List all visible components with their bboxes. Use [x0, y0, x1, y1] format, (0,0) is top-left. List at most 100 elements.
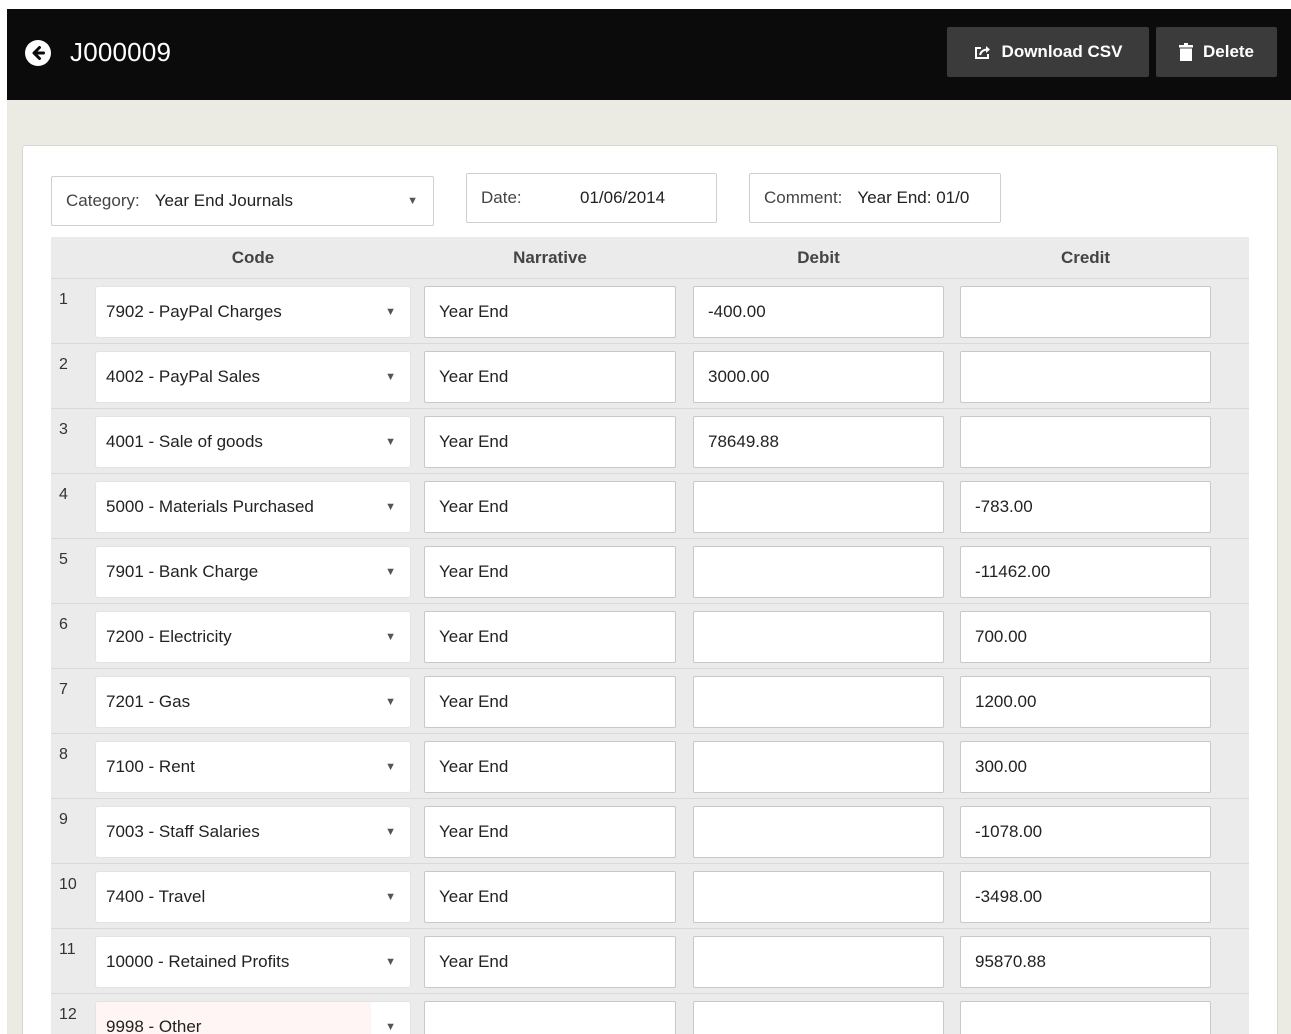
comment-value: Year End: 01/0: [857, 188, 970, 207]
table-row: 9 7003 - Staff Salaries ▼ Year End -1078.00: [51, 799, 1249, 864]
account-code-value: 9998 - Other: [106, 1017, 202, 1034]
debit-input[interactable]: 78649.88: [693, 416, 944, 468]
table-row: 1 7902 - PayPal Charges ▼ Year End -400.00: [51, 279, 1249, 344]
delete-button[interactable]: Delete: [1156, 27, 1277, 77]
row-number: 10: [59, 876, 77, 893]
column-header-narrative: Narrative: [513, 248, 587, 267]
account-code-select[interactable]: 7100 - Rent ▼: [95, 741, 411, 793]
narrative-input[interactable]: Year End: [424, 936, 676, 988]
debit-input[interactable]: [693, 546, 944, 598]
account-code-select[interactable]: 7003 - Staff Salaries ▼: [95, 806, 411, 858]
debit-input[interactable]: 3000.00: [693, 351, 944, 403]
narrative-input[interactable]: Year End: [424, 676, 676, 728]
journal-lines-table: Code Narrative Debit Credit 1 7902 - PayP…: [51, 237, 1249, 1034]
caret-down-icon: ▼: [385, 1021, 396, 1033]
account-code-select[interactable]: 7201 - Gas ▼: [95, 676, 411, 728]
credit-input[interactable]: 1200.00: [960, 676, 1211, 728]
account-code-select[interactable]: 4001 - Sale of goods ▼: [95, 416, 411, 468]
comment-field[interactable]: Comment: Year End: 01/0: [749, 173, 1001, 223]
narrative-input[interactable]: Year End: [424, 546, 676, 598]
table-row: 2 4002 - PayPal Sales ▼ Year End 3000.00: [51, 344, 1249, 409]
row-number: 5: [59, 551, 68, 568]
row-number: 3: [59, 421, 68, 438]
account-code-value: 4001 - Sale of goods: [106, 432, 263, 451]
credit-input[interactable]: [960, 286, 1211, 338]
screen: J000009 Download CSV Delete Category: Ye…: [0, 0, 1291, 1034]
narrative-input[interactable]: Year End: [424, 351, 676, 403]
back-button[interactable]: [25, 40, 51, 66]
caret-down-icon: ▼: [385, 306, 396, 318]
caret-down-icon: ▼: [385, 566, 396, 578]
credit-input[interactable]: [960, 1001, 1211, 1034]
account-code-value: 7901 - Bank Charge: [106, 562, 259, 581]
row-number: 1: [59, 291, 68, 308]
page-title: J000009: [70, 37, 172, 67]
category-label: Category:: [66, 191, 140, 210]
account-code-value: 7902 - PayPal Charges: [106, 302, 282, 321]
table-row: 5 7901 - Bank Charge ▼ Year End -11462.00: [51, 539, 1249, 604]
account-code-select[interactable]: 5000 - Materials Purchased ▼: [95, 481, 411, 533]
debit-input[interactable]: [693, 676, 944, 728]
column-header-debit: Debit: [797, 248, 840, 267]
table-row: 10 7400 - Travel ▼ Year End -3498.00: [51, 864, 1249, 929]
debit-input[interactable]: -400.00: [693, 286, 944, 338]
debit-input[interactable]: [693, 1001, 944, 1034]
credit-input[interactable]: -1078.00: [960, 806, 1211, 858]
account-code-select[interactable]: 7902 - PayPal Charges ▼: [95, 286, 411, 338]
caret-down-icon: ▼: [385, 891, 396, 903]
table-row: 7 7201 - Gas ▼ Year End 1200.00: [51, 669, 1249, 734]
narrative-input[interactable]: Year End: [424, 741, 676, 793]
credit-input[interactable]: 300.00: [960, 741, 1211, 793]
account-code-select[interactable]: 7400 - Travel ▼: [95, 871, 411, 923]
caret-down-icon: ▼: [385, 826, 396, 838]
credit-input[interactable]: 700.00: [960, 611, 1211, 663]
credit-input[interactable]: 95870.88: [960, 936, 1211, 988]
narrative-input[interactable]: Year End: [424, 871, 676, 923]
debit-input[interactable]: [693, 871, 944, 923]
narrative-input[interactable]: Year End: [424, 286, 676, 338]
debit-input[interactable]: [693, 741, 944, 793]
debit-input[interactable]: [693, 481, 944, 533]
table-row: 4 5000 - Materials Purchased ▼ Year End -783…: [51, 474, 1249, 539]
narrative-input[interactable]: Year End: [424, 481, 676, 533]
account-code-select[interactable]: 7200 - Electricity ▼: [95, 611, 411, 663]
account-code-value: 7100 - Rent: [106, 757, 195, 776]
caret-down-icon: ▼: [385, 956, 396, 968]
account-code-value: 4002 - PayPal Sales: [106, 367, 261, 386]
debit-input[interactable]: [693, 611, 944, 663]
credit-input[interactable]: -3498.00: [960, 871, 1211, 923]
date-field[interactable]: Date: 01/06/2014: [466, 173, 717, 223]
narrative-input[interactable]: Year End: [424, 806, 676, 858]
row-number: 9: [59, 811, 68, 828]
table-row: 11 10000 - Retained Profits ▼ Year End 95870…: [51, 929, 1249, 994]
category-select[interactable]: Category: Year End Journals ▼: [51, 176, 434, 226]
download-csv-button[interactable]: Download CSV: [947, 27, 1149, 77]
date-value: 01/06/2014: [580, 188, 666, 207]
account-code-value: 7200 - Electricity: [106, 627, 232, 646]
account-code-select[interactable]: 9998 - Other ▼: [95, 1001, 411, 1034]
narrative-input[interactable]: Year End: [424, 416, 676, 468]
share-export-icon: [974, 44, 992, 60]
account-code-select[interactable]: 7901 - Bank Charge ▼: [95, 546, 411, 598]
credit-input[interactable]: [960, 416, 1211, 468]
credit-input[interactable]: -783.00: [960, 481, 1211, 533]
journal-card: Category: Year End Journals ▼ Date: 01/0…: [22, 145, 1278, 1034]
table-row: 3 4001 - Sale of goods ▼ Year End 78649.88: [51, 409, 1249, 474]
account-code-value: 7400 - Travel: [106, 887, 206, 906]
debit-input[interactable]: [693, 936, 944, 988]
credit-input[interactable]: [960, 351, 1211, 403]
account-code-select[interactable]: 4002 - PayPal Sales ▼: [95, 351, 411, 403]
narrative-input[interactable]: Year End: [424, 611, 676, 663]
trash-icon: [1178, 43, 1193, 61]
account-code-select[interactable]: 10000 - Retained Profits ▼: [95, 936, 411, 988]
caret-down-icon: ▼: [385, 761, 396, 773]
caret-down-icon: ▼: [385, 436, 396, 448]
column-header-credit: Credit: [1060, 248, 1111, 267]
column-header-code: Code: [231, 248, 275, 267]
caret-down-icon: ▼: [385, 371, 396, 383]
comment-label: Comment:: [764, 188, 843, 207]
narrative-input[interactable]: [424, 1001, 676, 1034]
caret-down-icon: ▼: [407, 195, 418, 207]
credit-input[interactable]: -11462.00: [960, 546, 1211, 598]
debit-input[interactable]: [693, 806, 944, 858]
